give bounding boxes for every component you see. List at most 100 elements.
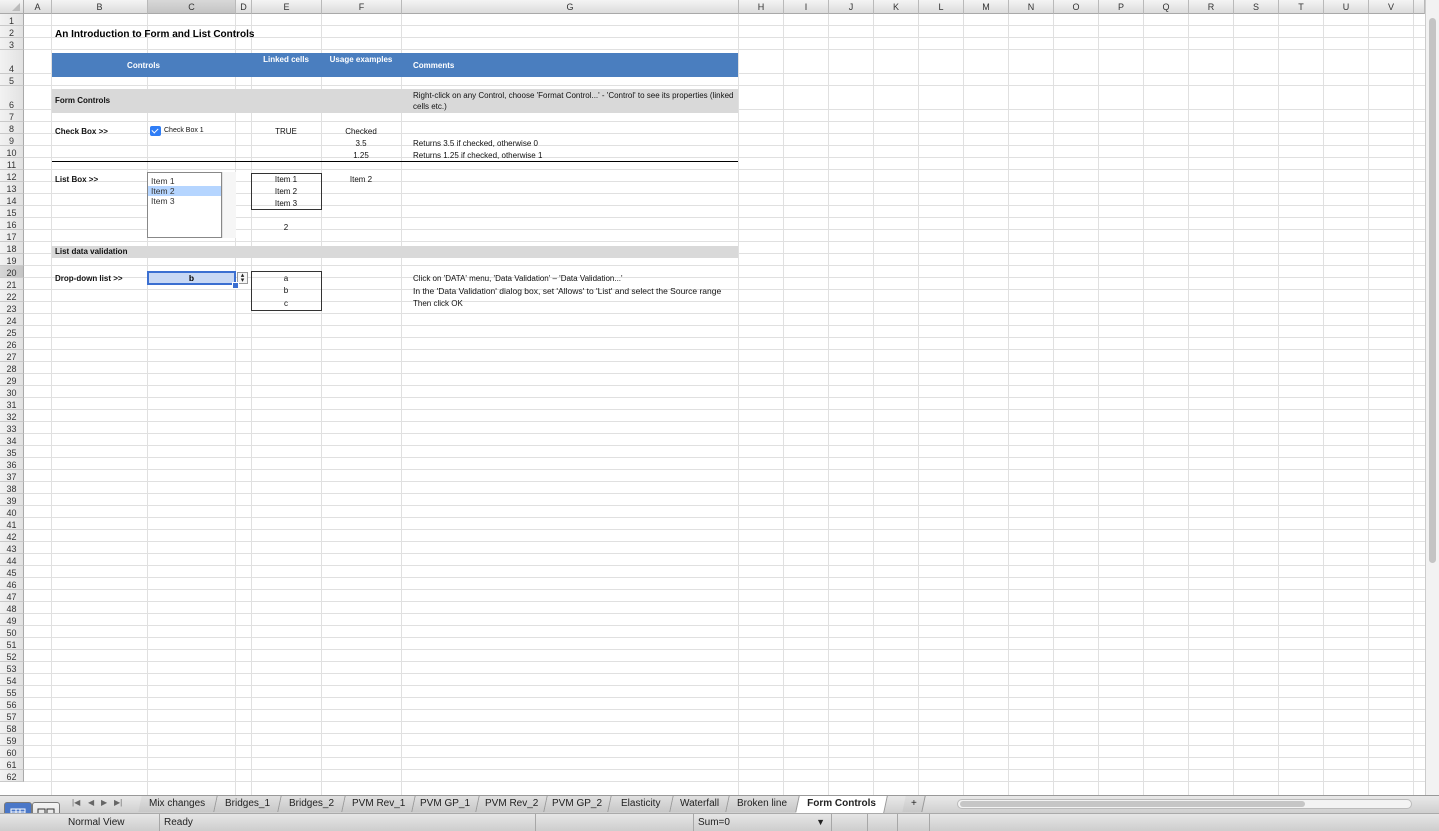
- row-header-49[interactable]: 49: [0, 614, 24, 626]
- row-header-13[interactable]: 13: [0, 182, 24, 194]
- row-header-24[interactable]: 24: [0, 314, 24, 326]
- row-header-58[interactable]: 58: [0, 722, 24, 734]
- row-header-51[interactable]: 51: [0, 638, 24, 650]
- column-header-s[interactable]: S: [1234, 0, 1279, 14]
- row-header-14[interactable]: 14: [0, 194, 24, 206]
- row-header-29[interactable]: 29: [0, 374, 24, 386]
- row-header-1[interactable]: 1: [0, 14, 24, 26]
- row-header-55[interactable]: 55: [0, 686, 24, 698]
- row-header-9[interactable]: 9: [0, 134, 24, 146]
- horizontal-scroll-thumb[interactable]: [960, 801, 1305, 807]
- row-header-32[interactable]: 32: [0, 410, 24, 422]
- sheet-tab[interactable]: Elasticity: [608, 796, 674, 812]
- row-header-50[interactable]: 50: [0, 626, 24, 638]
- spreadsheet-grid[interactable]: ABCDEFGHIJKLMNOPQRSTUV 1 2 3 4 5 6 7 8 9 10 11 12 13…: [0, 0, 1425, 795]
- row-header-16[interactable]: 16: [0, 218, 24, 230]
- listbox-item[interactable]: Item 1: [148, 176, 221, 186]
- column-header-d[interactable]: D: [236, 0, 252, 14]
- row-header-11[interactable]: 11: [0, 158, 24, 170]
- column-header-l[interactable]: L: [919, 0, 964, 14]
- row-header-40[interactable]: 40: [0, 506, 24, 518]
- listbox-item[interactable]: Item 3: [148, 196, 221, 206]
- row-header-54[interactable]: 54: [0, 674, 24, 686]
- row-header-47[interactable]: 47: [0, 590, 24, 602]
- row-header-34[interactable]: 34: [0, 434, 24, 446]
- row-header-8[interactable]: 8: [0, 122, 24, 134]
- row-header-37[interactable]: 37: [0, 470, 24, 482]
- row-header-52[interactable]: 52: [0, 650, 24, 662]
- column-header-f[interactable]: F: [322, 0, 402, 14]
- row-header-19[interactable]: 19: [0, 254, 24, 266]
- listbox-scrollbar[interactable]: [222, 172, 236, 238]
- row-header-36[interactable]: 36: [0, 458, 24, 470]
- row-header-56[interactable]: 56: [0, 698, 24, 710]
- row-header-59[interactable]: 59: [0, 734, 24, 746]
- column-header-g[interactable]: G: [402, 0, 739, 14]
- column-header-t[interactable]: T: [1279, 0, 1324, 14]
- column-header-v[interactable]: V: [1369, 0, 1414, 14]
- row-header-39[interactable]: 39: [0, 494, 24, 506]
- sheet-tab[interactable]: Form Controls: [796, 796, 888, 813]
- row-header-30[interactable]: 30: [0, 386, 24, 398]
- column-header-p[interactable]: P: [1099, 0, 1144, 14]
- row-header-22[interactable]: 22: [0, 290, 24, 302]
- sheet-tab[interactable]: Bridges_2: [278, 796, 346, 812]
- row-header-26[interactable]: 26: [0, 338, 24, 350]
- status-sum[interactable]: Sum=0 ▼: [694, 814, 832, 831]
- row-header-5[interactable]: 5: [0, 74, 24, 86]
- row-header-45[interactable]: 45: [0, 566, 24, 578]
- column-header-c[interactable]: C: [148, 0, 236, 14]
- first-sheet-icon[interactable]: |◀: [72, 798, 80, 807]
- column-header-m[interactable]: M: [964, 0, 1009, 14]
- row-header-27[interactable]: 27: [0, 350, 24, 362]
- sheet-tab[interactable]: PVM Rev_1: [342, 796, 416, 812]
- vertical-scroll-thumb[interactable]: [1429, 18, 1436, 563]
- row-header-62[interactable]: 62: [0, 770, 24, 782]
- row-header-46[interactable]: 46: [0, 578, 24, 590]
- checkbox-control-text[interactable]: Check Box 1: [164, 125, 204, 137]
- sheet-tab[interactable]: PVM GP_2: [544, 796, 612, 812]
- row-header-23[interactable]: 23: [0, 302, 24, 314]
- dropdown-cell[interactable]: b: [147, 271, 236, 285]
- row-header-42[interactable]: 42: [0, 530, 24, 542]
- row-header-53[interactable]: 53: [0, 662, 24, 674]
- row-header-15[interactable]: 15: [0, 206, 24, 218]
- row-header-60[interactable]: 60: [0, 746, 24, 758]
- column-header-n[interactable]: N: [1009, 0, 1054, 14]
- row-header-7[interactable]: 7: [0, 110, 24, 122]
- row-header-10[interactable]: 10: [0, 146, 24, 158]
- column-header-r[interactable]: R: [1189, 0, 1234, 14]
- listbox-control[interactable]: Item 1 Item 2 Item 3: [147, 172, 222, 238]
- row-header-38[interactable]: 38: [0, 482, 24, 494]
- last-sheet-icon[interactable]: ▶|: [114, 798, 122, 807]
- row-header-57[interactable]: 57: [0, 710, 24, 722]
- row-header-31[interactable]: 31: [0, 398, 24, 410]
- next-sheet-icon[interactable]: ▶: [101, 798, 107, 807]
- row-header-28[interactable]: 28: [0, 362, 24, 374]
- column-header-u[interactable]: U: [1324, 0, 1369, 14]
- sheet-tab[interactable]: PVM GP_1: [412, 796, 480, 812]
- row-header-44[interactable]: 44: [0, 554, 24, 566]
- row-header-25[interactable]: 25: [0, 326, 24, 338]
- row-header-21[interactable]: 21: [0, 278, 24, 290]
- row-header-48[interactable]: 48: [0, 602, 24, 614]
- column-header-o[interactable]: O: [1054, 0, 1099, 14]
- checkbox-control[interactable]: [150, 126, 161, 136]
- sheet-tab[interactable]: Broken line: [726, 796, 800, 812]
- column-header-a[interactable]: A: [24, 0, 52, 14]
- row-header-17[interactable]: 17: [0, 230, 24, 242]
- column-header-i[interactable]: I: [784, 0, 829, 14]
- row-header-35[interactable]: 35: [0, 446, 24, 458]
- row-header-43[interactable]: 43: [0, 542, 24, 554]
- sheet-tab[interactable]: Mix changes: [138, 796, 218, 812]
- row-header-3[interactable]: 3: [0, 38, 24, 50]
- select-all-corner[interactable]: [0, 0, 24, 14]
- column-header-e[interactable]: E: [252, 0, 322, 14]
- row-header-4[interactable]: 4: [0, 50, 24, 74]
- add-sheet-button[interactable]: +: [902, 796, 926, 812]
- prev-sheet-icon[interactable]: ◀: [88, 798, 94, 807]
- sheet-tab[interactable]: PVM Rev_2: [476, 796, 548, 812]
- horizontal-scrollbar[interactable]: [957, 799, 1412, 809]
- row-header-6[interactable]: 6: [0, 86, 24, 110]
- column-header-h[interactable]: H: [739, 0, 784, 14]
